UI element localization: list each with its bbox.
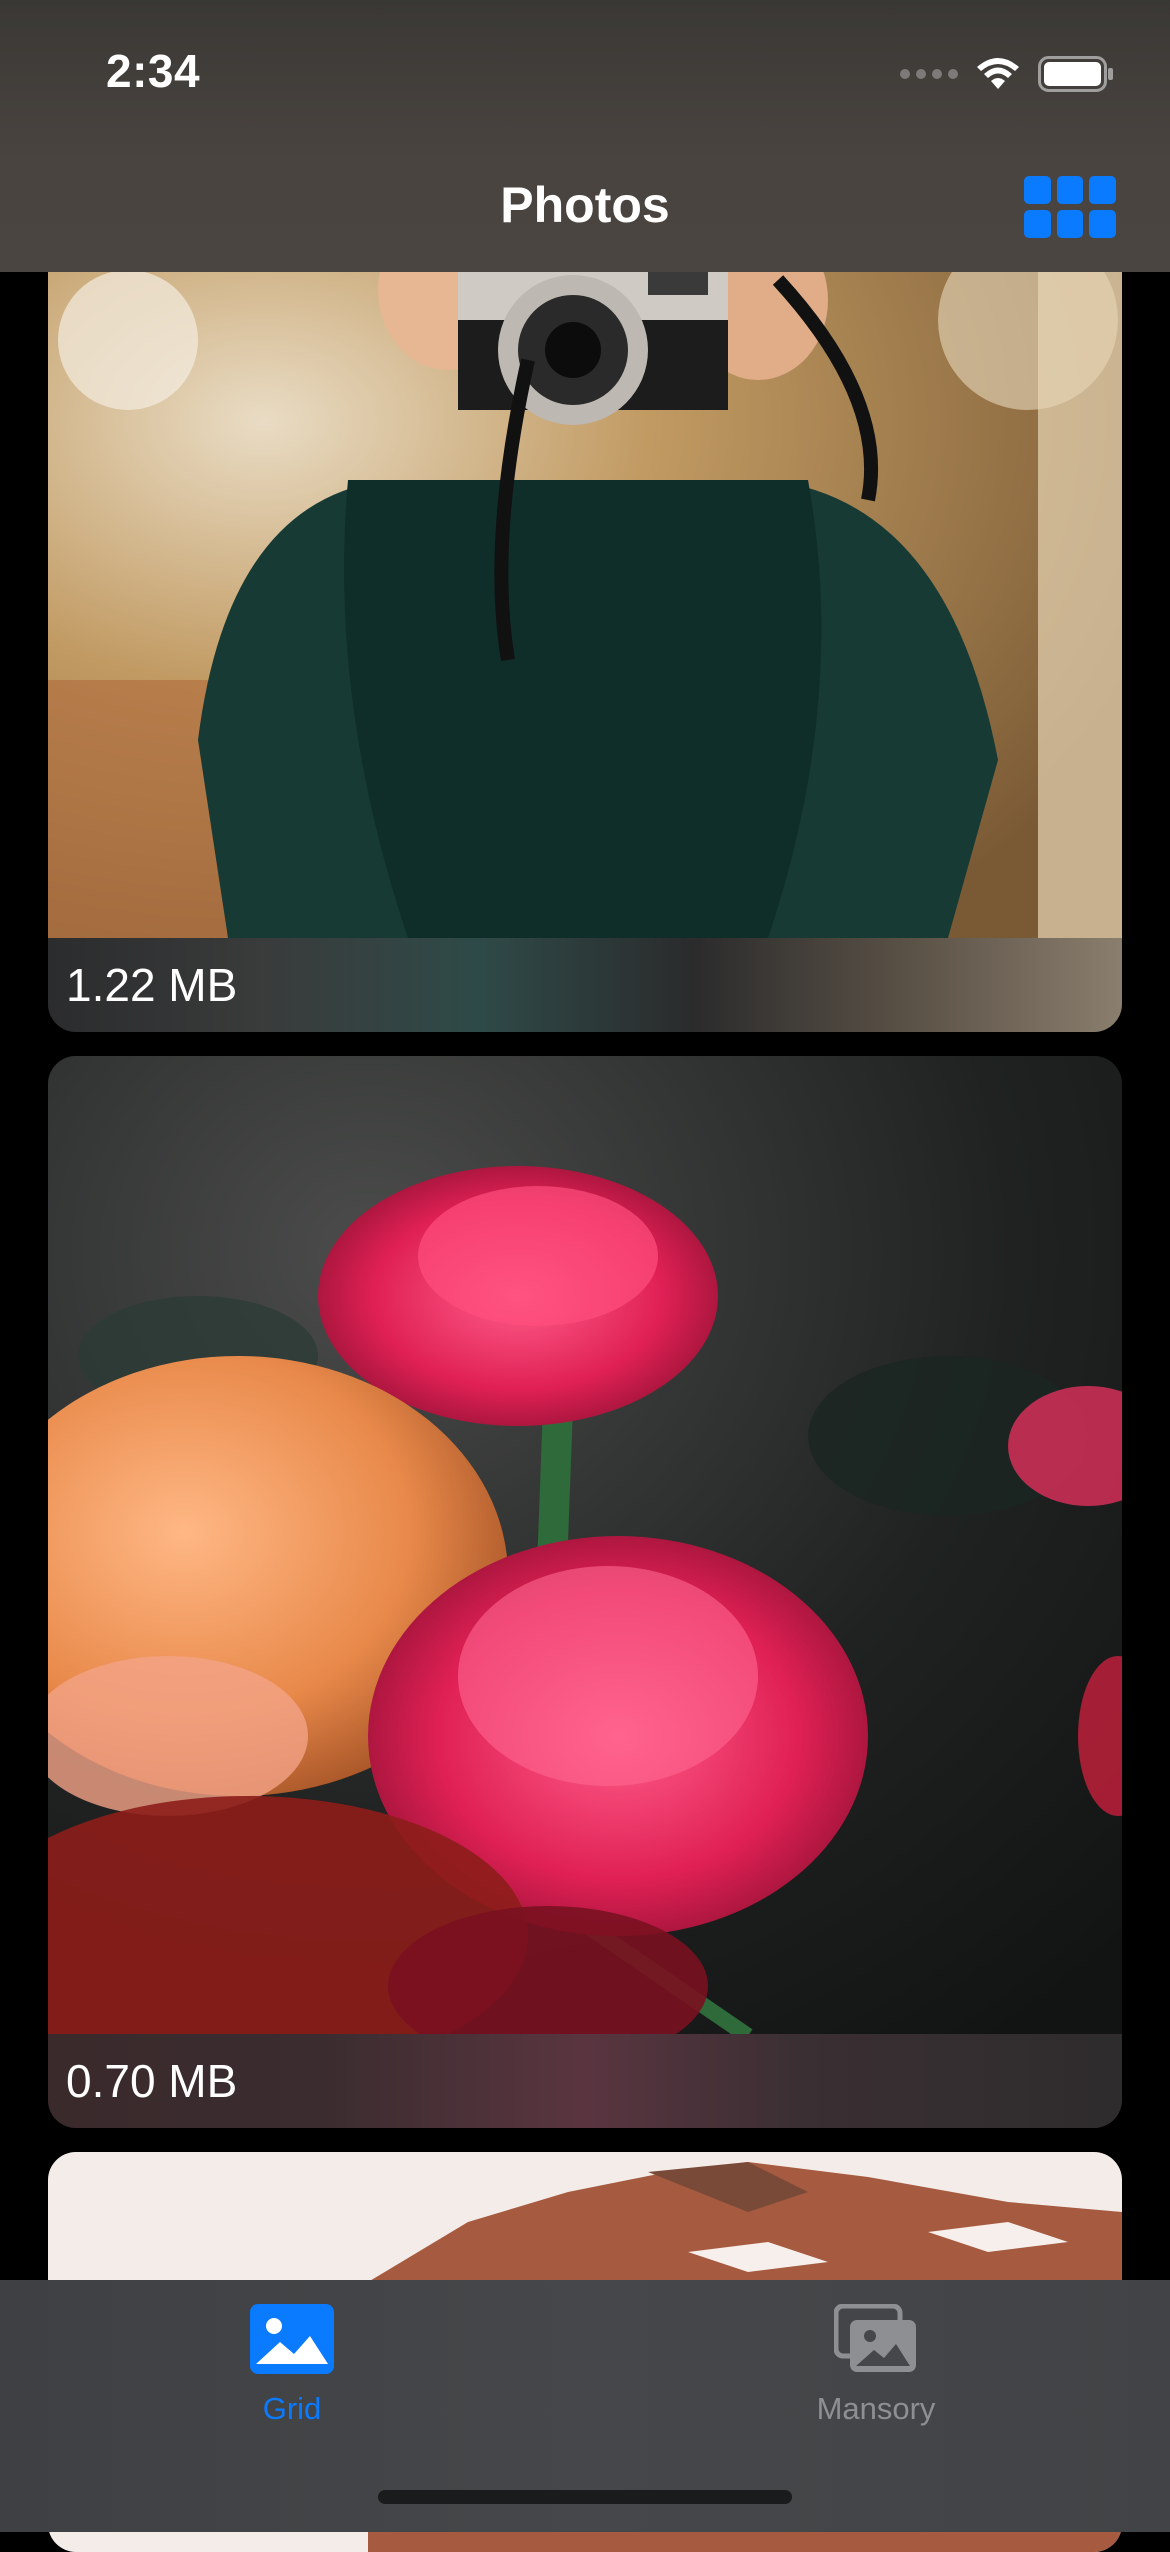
photo-card[interactable]: 1.22 MB	[48, 200, 1122, 1032]
battery-icon	[1038, 56, 1113, 92]
tab-label: Mansory	[816, 2391, 936, 2426]
status-time: 2:34	[106, 45, 201, 97]
status-indicators	[900, 54, 1114, 94]
cellular-signal-icon	[900, 69, 958, 79]
photo-feed[interactable]: 1.22 MB 0.70 MB	[0, 0, 1170, 2552]
file-size-label: 0.70 MB	[48, 2034, 1122, 2128]
grid-icon[interactable]	[1024, 176, 1116, 238]
tab-label: Grid	[262, 2391, 322, 2426]
home-indicator	[378, 2490, 792, 2504]
photo-stack-icon	[833, 2303, 916, 2372]
photo-card[interactable]: 0.70 MB	[48, 1056, 1122, 2128]
wifi-icon	[977, 58, 1019, 89]
page-title: Photos	[500, 177, 670, 233]
navigation-bar: 2:34 Photos	[0, 0, 1170, 272]
tab-mansory[interactable]: Mansory	[756, 2303, 996, 2427]
photo-icon	[250, 2304, 334, 2374]
file-size-label: 1.22 MB	[48, 938, 1122, 1032]
photo-image	[48, 1056, 1122, 2036]
tab-grid[interactable]: Grid	[172, 2304, 412, 2427]
photo-image	[48, 200, 1122, 938]
